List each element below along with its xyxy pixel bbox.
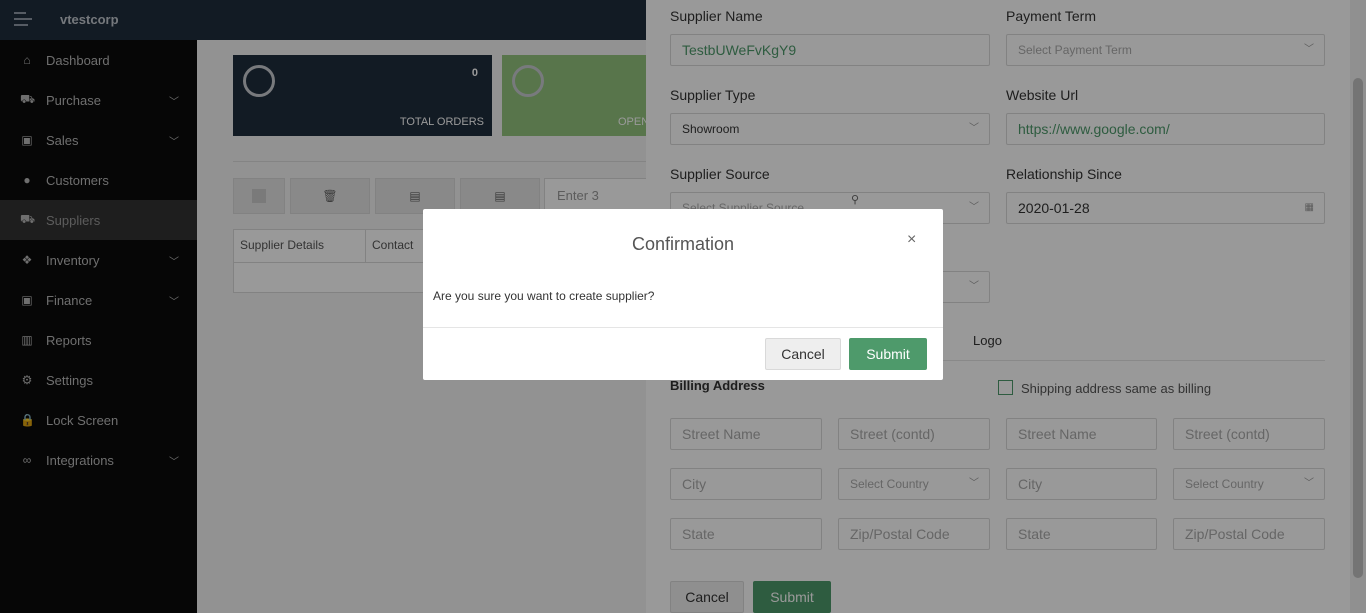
dialog-title: Confirmation bbox=[631, 234, 735, 254]
dialog-message: Are you sure you want to create supplier… bbox=[433, 289, 655, 303]
dialog-submit-button[interactable]: Submit bbox=[849, 338, 927, 370]
dialog-cancel-button[interactable]: Cancel bbox=[765, 338, 841, 370]
confirmation-dialog: Confirmation × Are you sure you want to … bbox=[423, 209, 943, 380]
dialog-divider bbox=[423, 327, 943, 328]
close-icon[interactable]: × bbox=[907, 231, 916, 249]
